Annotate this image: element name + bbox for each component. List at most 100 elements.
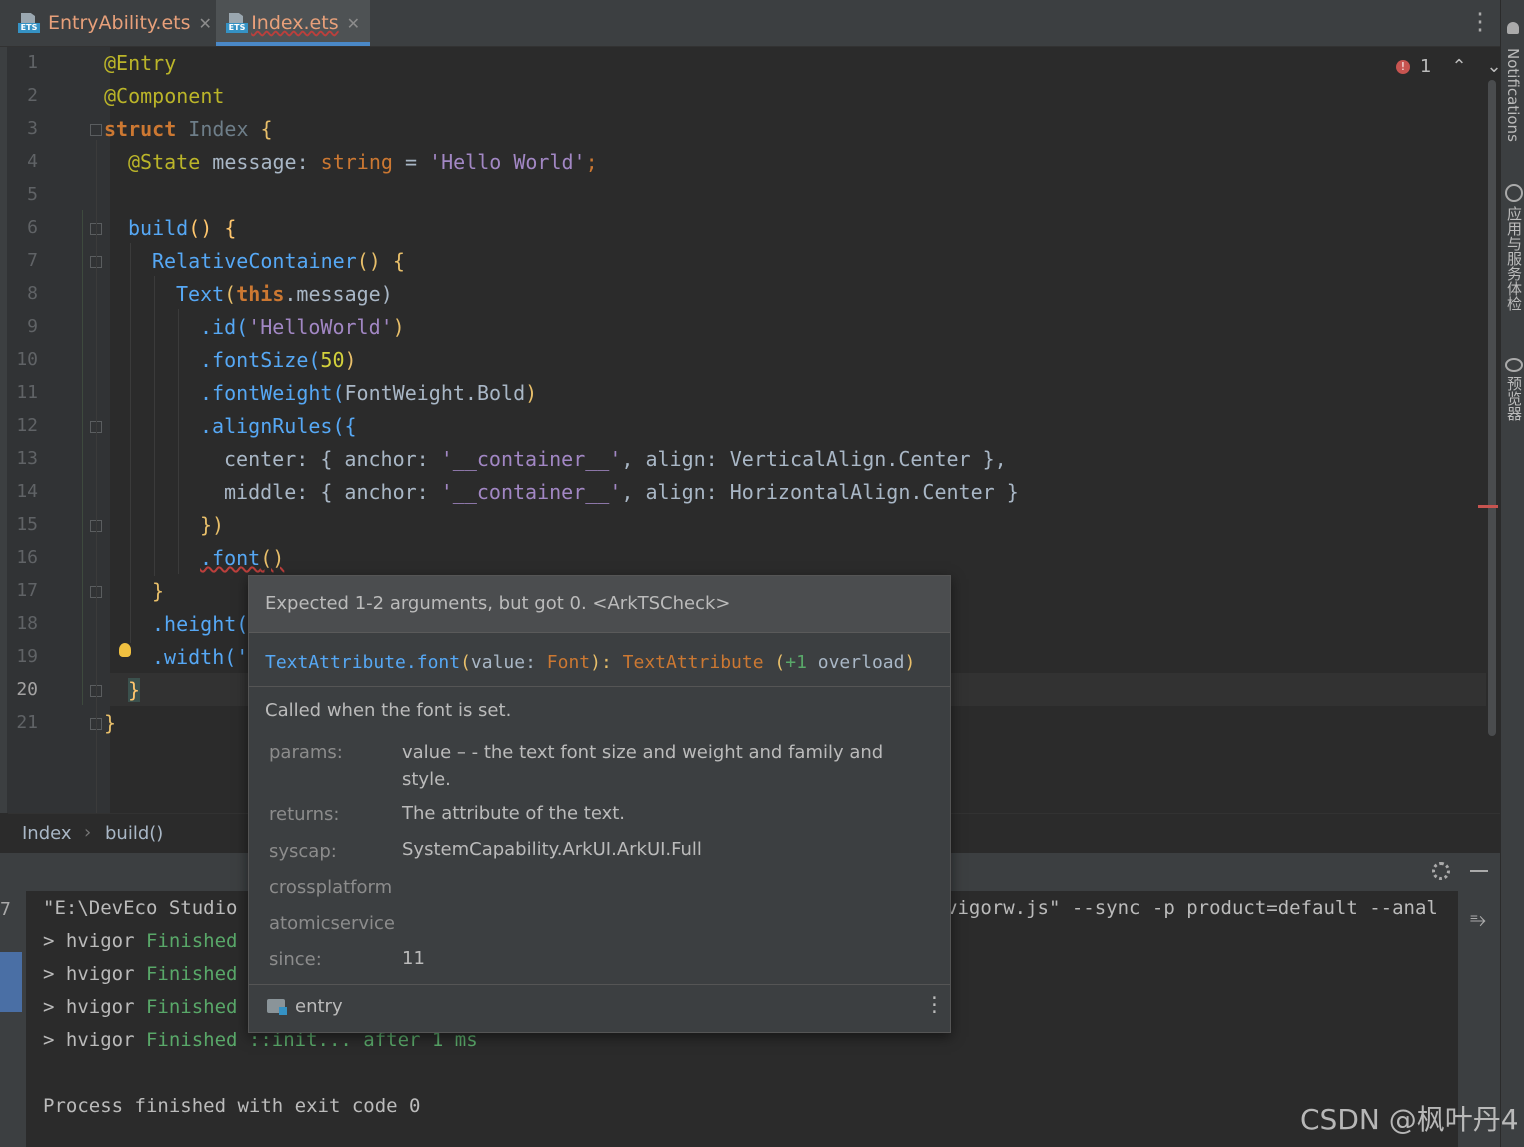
line-number: 19 — [16, 646, 38, 667]
indent-guide — [154, 276, 155, 576]
more-options-icon[interactable]: · · · — [929, 990, 940, 1022]
popup-error-message: Expected 1-2 arguments, but got 0. <ArkT… — [249, 576, 950, 633]
fold-marker-icon[interactable] — [90, 124, 102, 136]
code-line[interactable]: .fontSize(50) — [200, 344, 357, 377]
popup-module-name[interactable]: entry — [295, 996, 343, 1017]
line-number: 3 — [27, 118, 38, 139]
breadcrumb-item-index[interactable]: Index — [22, 823, 72, 844]
notifications-panel-button[interactable]: Notifications — [1504, 48, 1522, 142]
indent-guide — [178, 309, 179, 574]
code-line[interactable]: Text(this.message) — [176, 278, 393, 311]
editor-tab-bar: ETS EntryAbility.ets ✕ ETS Index.ets ✕ ·… — [0, 0, 1500, 47]
close-icon[interactable]: ✕ — [347, 14, 360, 33]
line-number: 18 — [16, 613, 38, 634]
breadcrumb-item-build[interactable]: build() — [105, 823, 163, 844]
code-line[interactable]: } — [152, 575, 164, 608]
doc-value: The attribute of the text. — [402, 803, 626, 824]
code-line[interactable]: .width(' — [152, 641, 248, 674]
console-line: > hvigor Finished — [43, 963, 238, 985]
more-tabs-icon[interactable]: · · · — [1474, 4, 1486, 40]
code-line[interactable]: .height( — [152, 608, 248, 641]
line-number: 8 — [27, 283, 38, 304]
code-line[interactable]: center: { anchor: '__container__', align… — [224, 443, 1007, 476]
bell-icon — [1507, 22, 1519, 34]
chevron-down-icon[interactable]: ⌄ — [1487, 56, 1502, 77]
line-number: 17 — [16, 580, 38, 601]
ets-file-icon: ETS — [226, 13, 248, 33]
code-line[interactable]: @Entry — [104, 47, 176, 80]
inspection-widget[interactable]: ! 1 ⌃ ⌄ — [1396, 56, 1502, 77]
indent-guide — [130, 243, 131, 643]
code-line[interactable]: }) — [200, 509, 224, 542]
line-number: 11 — [16, 382, 38, 403]
code-line[interactable]: } — [104, 707, 116, 740]
chevron-up-icon[interactable]: ⌃ — [1451, 56, 1466, 77]
line-number: 7 — [27, 250, 38, 271]
popup-description: Called when the font is set. — [265, 700, 512, 721]
line-number: 1 — [27, 52, 38, 73]
run-left-marker: 7 — [0, 899, 11, 920]
eye-icon — [1505, 358, 1523, 372]
minimize-icon[interactable] — [1470, 870, 1488, 872]
line-number: 14 — [16, 481, 38, 502]
doc-label: params: — [269, 742, 343, 763]
console-line: > hvigor Finished — [43, 996, 238, 1018]
tab-label: EntryAbility.ets — [48, 12, 191, 34]
code-line[interactable]: } — [128, 674, 141, 707]
doc-label: syscap: — [269, 841, 337, 862]
line-number: 5 — [27, 184, 38, 205]
right-tool-strip: Notifications 应用与服务体检 预览器 — [1500, 0, 1524, 1147]
code-line-error[interactable]: .font() — [200, 542, 284, 575]
console-line: "E:\DevEco Studio — [43, 897, 238, 919]
code-line[interactable]: middle: { anchor: '__container__', align… — [224, 476, 1019, 509]
error-count: 1 — [1420, 56, 1432, 77]
line-number: 2 — [27, 85, 38, 106]
quick-doc-popup[interactable]: Expected 1-2 arguments, but got 0. <ArkT… — [248, 575, 951, 1033]
line-number: 16 — [16, 547, 38, 568]
divider — [249, 686, 950, 687]
line-number: 10 — [16, 349, 38, 370]
line-number: 13 — [16, 448, 38, 469]
indent-guide — [96, 140, 97, 813]
popup-footer: entry · · · — [249, 984, 950, 1033]
line-number: 21 — [16, 712, 38, 733]
code-line[interactable]: build() { — [128, 212, 236, 245]
code-line[interactable]: struct Index { — [104, 113, 273, 146]
run-panel-left-strip: 7 — [0, 891, 26, 1147]
module-badge-icon — [279, 1007, 287, 1015]
tab-entryability[interactable]: ETS EntryAbility.ets ✕ — [8, 0, 222, 46]
console-exit-line: Process finished with exit code 0 — [43, 1095, 421, 1117]
code-line[interactable]: .alignRules({ — [200, 410, 357, 443]
line-number: 12 — [16, 415, 38, 436]
previewer-panel-button[interactable]: 预览器 — [1504, 376, 1524, 421]
console-line: vigorw.js" --sync -p product=default --a… — [946, 897, 1438, 919]
ets-file-icon: ETS — [18, 13, 40, 33]
lightbulb-icon[interactable] — [119, 643, 131, 657]
code-line[interactable]: .fontWeight(FontWeight.Bold) — [200, 377, 537, 410]
doc-label: atomicservice — [269, 913, 396, 934]
app-check-panel-button[interactable]: 应用与服务体检 — [1504, 206, 1524, 311]
app-check-icon — [1505, 184, 1523, 202]
code-line[interactable]: @Component — [104, 80, 224, 113]
line-number: 4 — [27, 151, 38, 172]
run-selection-marker[interactable] — [0, 952, 22, 1012]
watermark: CSDN @枫叶丹4 — [1300, 1103, 1519, 1136]
editor-scrollbar[interactable] — [1488, 80, 1496, 736]
console-line: > hvigor Finished — [43, 930, 238, 952]
code-line[interactable]: .id('HelloWorld') — [200, 311, 405, 344]
line-number: 15 — [16, 514, 38, 535]
tab-label: Index.ets — [251, 12, 339, 34]
code-line[interactable]: RelativeContainer() { — [152, 245, 405, 278]
error-stripe-marker[interactable] — [1478, 505, 1498, 508]
doc-value: 11 — [402, 948, 425, 969]
soft-wrap-icon[interactable]: ⥱ — [1470, 907, 1486, 931]
doc-value: value – - the text font size and weight … — [402, 742, 884, 790]
close-icon[interactable]: ✕ — [199, 14, 212, 33]
gear-icon[interactable] — [1432, 862, 1450, 880]
breadcrumb-separator: › — [84, 822, 92, 843]
tab-index[interactable]: ETS Index.ets ✕ — [216, 0, 370, 46]
editor-left-edge — [0, 47, 7, 813]
code-line[interactable]: @State message: string = 'Hello World'; — [128, 146, 598, 179]
line-number-current: 20 — [16, 679, 38, 700]
error-icon: ! — [1396, 59, 1410, 74]
